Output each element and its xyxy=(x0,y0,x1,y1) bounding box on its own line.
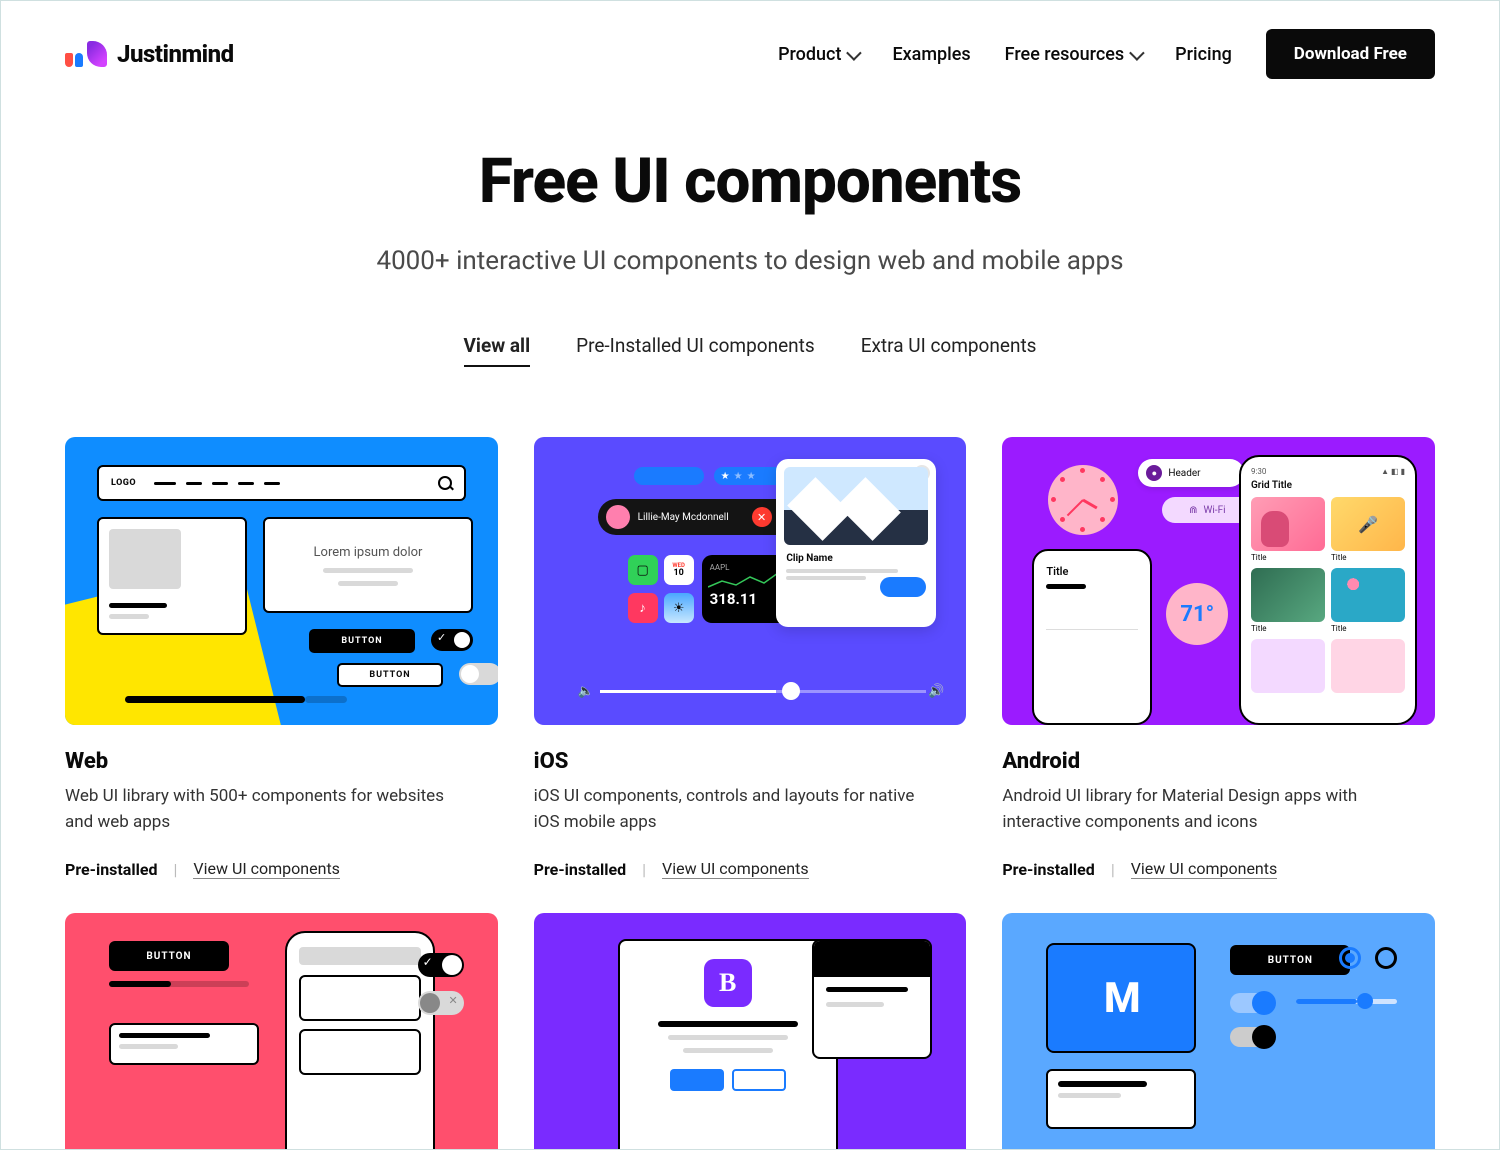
music-icon: ♪ xyxy=(628,593,658,623)
card-web-badge: Pre-installed xyxy=(65,860,157,879)
card-row2-b-thumb[interactable]: B xyxy=(534,913,967,1150)
toggle-off-icon xyxy=(418,991,464,1015)
thumb-header-chip: Header xyxy=(1168,468,1200,479)
clock-icon xyxy=(1048,465,1118,535)
card-android: ●Header ⋒Wi-Fi 71° Title 9:30▲ ◧ ▮ Grid … xyxy=(1002,437,1435,879)
chevron-down-icon xyxy=(847,45,863,61)
nav-product-label: Product xyxy=(778,44,841,65)
card-web-desc: Web UI library with 500+ components for … xyxy=(65,784,472,835)
separator-icon: | xyxy=(642,860,646,879)
logo-icon xyxy=(65,41,107,67)
tab-preinstalled[interactable]: Pre-Installed UI components xyxy=(576,334,815,367)
separator-icon: | xyxy=(1111,860,1115,879)
switch-on-icon xyxy=(1230,993,1274,1013)
card-web-title: Web xyxy=(65,749,498,774)
wifi-icon: ⋒ xyxy=(1189,505,1197,516)
radio-off-icon xyxy=(1375,947,1397,969)
nav-pricing[interactable]: Pricing xyxy=(1175,44,1232,65)
thumb-grid-title: Grid Title xyxy=(1251,480,1405,491)
download-button[interactable]: Download Free xyxy=(1266,29,1435,79)
thumb-button-icon: BUTTON xyxy=(1230,945,1350,975)
thumb-button-icon: BUTTON xyxy=(309,629,415,653)
card-row2-c-thumb[interactable]: M BUTTON xyxy=(1002,913,1435,1150)
header: Justinmind Product Examples Free resourc… xyxy=(1,1,1499,79)
card-ios-desc: iOS UI components, controls and layouts … xyxy=(534,784,941,835)
calendar-icon: WED 10 xyxy=(664,555,694,585)
card-ios-title: iOS xyxy=(534,749,967,774)
card-android-desc: Android UI library for Material Design a… xyxy=(1002,784,1409,835)
tab-extra[interactable]: Extra UI components xyxy=(861,334,1037,367)
toggle-on-icon xyxy=(431,629,473,651)
nav-resources-label: Free resources xyxy=(1005,44,1124,65)
facetime-icon: ▢ xyxy=(628,555,658,585)
thumb-wifi-chip: Wi-Fi xyxy=(1204,505,1226,516)
brand[interactable]: Justinmind xyxy=(65,40,234,68)
thumb-phone-title: Title xyxy=(1046,565,1138,578)
card-ios-badge: Pre-installed xyxy=(534,860,626,879)
card-ios-link[interactable]: View UI components xyxy=(662,859,809,879)
toggle-on-icon xyxy=(418,953,464,977)
page-title: Free UI components xyxy=(1,145,1499,218)
weather-icon: ☀ xyxy=(664,593,694,623)
search-icon xyxy=(438,476,452,490)
thumb-lorem: Lorem ipsum dolor xyxy=(314,545,423,560)
volume-high-icon: 🔊 xyxy=(928,684,944,699)
thumb-button-outline-icon: BUTTON xyxy=(337,663,443,687)
hero: Free UI components 4000+ interactive UI … xyxy=(1,145,1499,276)
tab-view-all[interactable]: View all xyxy=(464,334,531,367)
card-ios-thumb[interactable]: ★★★ Lillie-May Mcdonnell ✕ ✆ ▢ WED 10 ♪ … xyxy=(534,437,967,725)
card-android-thumb[interactable]: ●Header ⋒Wi-Fi 71° Title 9:30▲ ◧ ▮ Grid … xyxy=(1002,437,1435,725)
card-row2-a-thumb[interactable]: BUTTON xyxy=(65,913,498,1150)
nav-product[interactable]: Product xyxy=(778,44,858,65)
nav-examples-label: Examples xyxy=(892,44,970,65)
switch-off-icon xyxy=(1230,1027,1274,1047)
card-row2-a: BUTTON xyxy=(65,913,498,1150)
card-web-link[interactable]: View UI components xyxy=(193,859,340,879)
chevron-down-icon xyxy=(1129,45,1145,61)
mui-icon: M xyxy=(1104,974,1139,1023)
nav-pricing-label: Pricing xyxy=(1175,44,1232,65)
card-android-title: Android xyxy=(1002,749,1435,774)
thumb-caller-name: Lillie-May Mcdonnell xyxy=(638,512,744,523)
thumb-logo-text: LOGO xyxy=(111,478,136,488)
card-ios: ★★★ Lillie-May Mcdonnell ✕ ✆ ▢ WED 10 ♪ … xyxy=(534,437,967,879)
card-web: LOGO Lorem ipsum dolor BUTTON BUTTON Web… xyxy=(65,437,498,879)
thumb-clip-name: Clip Name xyxy=(776,545,936,566)
volume-low-icon: 🔈 xyxy=(578,684,594,699)
card-row2-c: M BUTTON xyxy=(1002,913,1435,1150)
card-android-badge: Pre-installed xyxy=(1002,860,1094,879)
brand-name: Justinmind xyxy=(117,40,234,68)
avatar-icon xyxy=(606,505,630,529)
page-subtitle: 4000+ interactive UI components to desig… xyxy=(1,246,1499,276)
main-nav: Product Examples Free resources Pricing … xyxy=(778,29,1435,79)
nav-examples[interactable]: Examples xyxy=(892,44,970,65)
component-grid: LOGO Lorem ipsum dolor BUTTON BUTTON Web… xyxy=(1,437,1499,1150)
card-web-thumb[interactable]: LOGO Lorem ipsum dolor BUTTON BUTTON xyxy=(65,437,498,725)
card-android-link[interactable]: View UI components xyxy=(1131,859,1278,879)
filter-tabs: View all Pre-Installed UI components Ext… xyxy=(1,334,1499,367)
separator-icon: | xyxy=(173,860,177,879)
slider-icon xyxy=(1296,999,1397,1004)
progress-icon xyxy=(109,981,249,987)
radio-on-icon xyxy=(1339,947,1361,969)
nav-resources[interactable]: Free resources xyxy=(1005,44,1141,65)
thumb-button-icon: BUTTON xyxy=(109,941,229,971)
decline-call-icon: ✕ xyxy=(752,507,772,527)
bootstrap-icon: B xyxy=(704,959,752,1007)
toggle-off-icon xyxy=(459,663,498,685)
card-row2-b: B xyxy=(534,913,967,1150)
slider-icon xyxy=(125,696,305,703)
thumb-temperature: 71° xyxy=(1166,583,1228,645)
